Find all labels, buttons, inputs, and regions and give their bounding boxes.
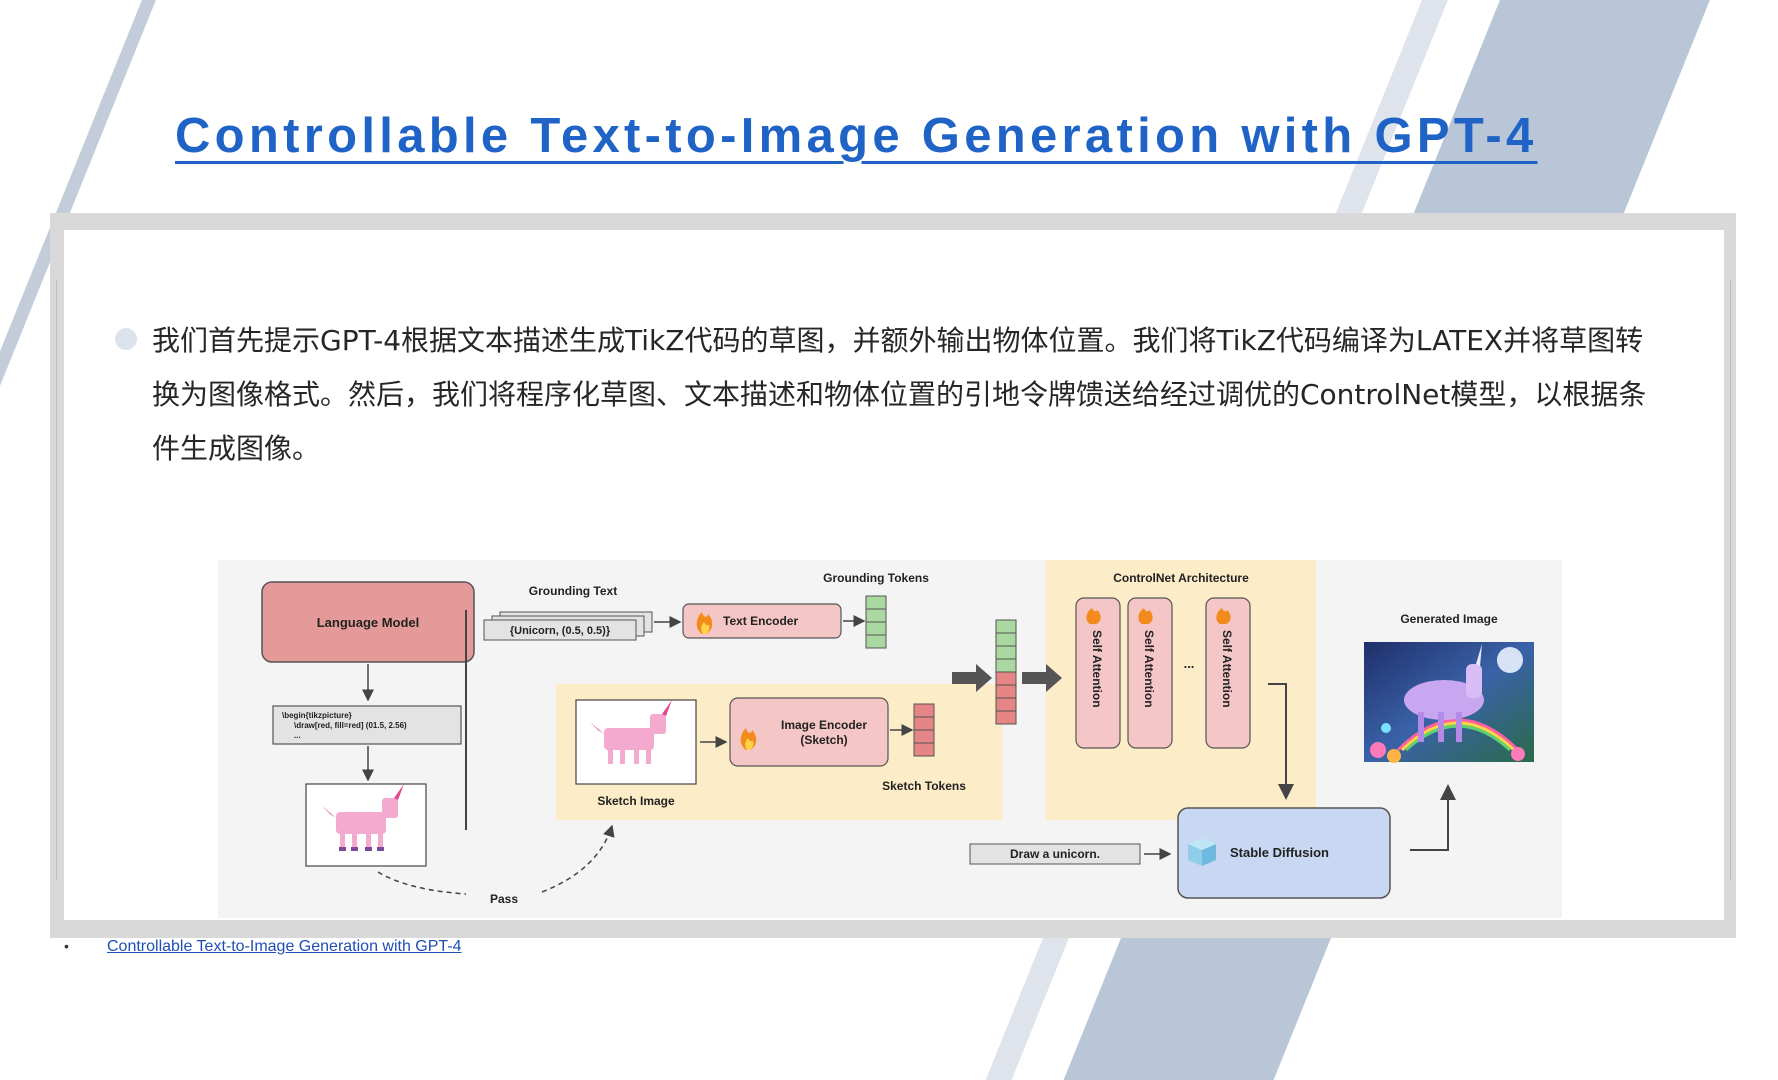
tikz-line-1: \begin{tikzpicture} xyxy=(282,711,352,720)
image-encoder-label-line2: (Sketch) xyxy=(800,733,847,747)
footnote-link[interactable]: Controllable Text-to-Image Generation wi… xyxy=(107,938,462,956)
footnote-bullet: • xyxy=(64,938,69,954)
slide-title: Controllable Text-to-Image Generation wi… xyxy=(175,109,1538,163)
self-attention-label-3: Self Attention xyxy=(1220,630,1234,708)
image-encoder-label-line1: Image Encoder xyxy=(781,718,867,732)
tikz-line-2: \draw[red, fill=red] (01.5, 2.56) xyxy=(294,721,407,730)
text-encoder-label: Text Encoder xyxy=(723,614,798,628)
bullet-paragraph: 我们首先提示GPT-4根据文本描述生成TikZ代码的草图，并额外输出物体位置。我… xyxy=(152,324,1647,465)
sketch-token-column xyxy=(913,703,935,757)
grounding-text-value: {Unicorn, (0.5, 0.5)} xyxy=(510,625,611,637)
combined-token-column xyxy=(995,619,1017,725)
self-attention-label-1: Self Attention xyxy=(1090,630,1104,708)
sketch-image-label: Sketch Image xyxy=(597,794,675,808)
frame-guide-left xyxy=(56,280,57,880)
controlnet-label: ControlNet Architecture xyxy=(1113,571,1249,585)
bullet-dot xyxy=(115,328,137,350)
frame-guide-right xyxy=(1730,280,1731,880)
self-attention-ellipsis: ... xyxy=(1184,656,1195,671)
prompt-text: Draw a unicorn. xyxy=(1010,847,1100,861)
tikz-line-3: ... xyxy=(294,731,301,740)
architecture-diagram: Language Model \begin{tikzpicture} \draw… xyxy=(218,560,1562,918)
stable-diffusion-label: Stable Diffusion xyxy=(1230,845,1329,860)
pass-label: Pass xyxy=(490,892,518,906)
self-attention-label-2: Self Attention xyxy=(1142,630,1156,708)
sketch-tokens-label: Sketch Tokens xyxy=(882,779,966,793)
language-model-label: Language Model xyxy=(317,615,420,630)
generated-image xyxy=(1364,642,1534,763)
grounding-tokens-label: Grounding Tokens xyxy=(823,571,929,585)
generated-image-label: Generated Image xyxy=(1400,612,1498,626)
grounding-text-label: Grounding Text xyxy=(529,584,617,598)
grounding-token-column xyxy=(865,595,887,649)
image-encoder-box xyxy=(729,697,889,767)
